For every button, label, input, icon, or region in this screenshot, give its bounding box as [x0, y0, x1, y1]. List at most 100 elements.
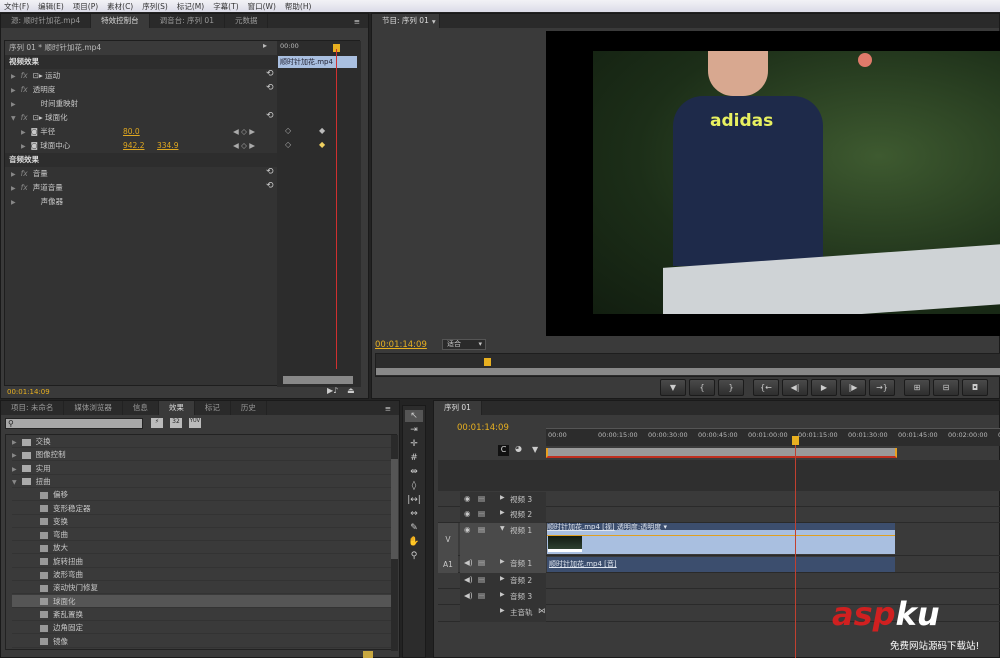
accelerated-filter-icon[interactable]: ⚡	[151, 418, 163, 428]
slip-tool-icon[interactable]: |↔|	[405, 494, 423, 506]
collapsed-arrow-icon[interactable]: ▶	[12, 452, 17, 459]
fx-icon[interactable]: fx	[21, 169, 28, 178]
speaker-icon[interactable]: ◀)	[464, 558, 473, 567]
effect-item[interactable]: 滚动快门修复	[12, 581, 396, 595]
rolling-edit-tool-icon[interactable]: #	[405, 452, 423, 464]
master-icon[interactable]: ⋈	[538, 606, 546, 615]
effect-controls-timecode[interactable]: 00:01:14:09	[7, 388, 50, 396]
menu-marker[interactable]: 标记(M)	[177, 1, 204, 12]
mark-in-button[interactable]: {	[689, 379, 715, 396]
reset-icon[interactable]: ⟲	[266, 167, 274, 177]
keyframe-icon[interactable]: ◇	[285, 126, 291, 135]
linked-selection-icon[interactable]: ◕	[515, 444, 522, 453]
zoom-select[interactable]: 适合 ▾	[442, 339, 486, 350]
reset-icon[interactable]: ⟲	[266, 83, 274, 93]
fx-icon[interactable]: fx	[21, 85, 28, 94]
video-viewport[interactable]: adidas	[546, 31, 1000, 336]
keyframe-icon[interactable]: ◇	[285, 140, 291, 149]
effect-item[interactable]: 紊乱置换	[12, 608, 396, 621]
keyframe-selected-icon[interactable]: ◆	[319, 140, 325, 149]
radius-value[interactable]: 80.0	[123, 125, 140, 139]
effect-panner[interactable]: ▶ 声像器	[5, 195, 63, 209]
tab-effects[interactable]: 效果	[158, 401, 195, 415]
eye-icon[interactable]: ◉	[464, 494, 471, 503]
menu-sequence[interactable]: 序列(S)	[142, 1, 168, 12]
tab-source[interactable]: 源: 顺时针加花.mp4	[1, 14, 92, 28]
effect-item[interactable]: 波形弯曲	[12, 568, 396, 581]
effect-item[interactable]: 边角固定	[12, 621, 396, 635]
menu-window[interactable]: 窗口(W)	[248, 1, 276, 12]
speaker-icon[interactable]: ◀)	[464, 591, 473, 600]
tab-audio-mixer[interactable]: 调音台: 序列 01	[150, 14, 225, 28]
effect-channel-volume[interactable]: ▶ fx 声道音量	[5, 181, 63, 195]
add-marker-icon[interactable]: ▼	[532, 445, 538, 454]
video-clip[interactable]: 顺时针加花.mp4 [视] 透明度:透明度 ▾	[547, 523, 895, 554]
step-forward-button[interactable]: |▶	[840, 379, 866, 396]
fx-icon[interactable]: fx	[21, 71, 28, 80]
effects-scrollbar[interactable]	[391, 435, 398, 651]
effects-folder[interactable]: ▶ 图像控制	[12, 448, 396, 462]
effects-search-input[interactable]: ⚲	[5, 418, 143, 429]
stopwatch-icon[interactable]: ◙	[31, 141, 41, 150]
menu-file[interactable]: 文件(F)	[4, 1, 29, 12]
effect-item[interactable]: 旋转扭曲	[12, 555, 396, 568]
work-area-bar[interactable]	[546, 448, 897, 458]
reset-icon[interactable]: ⟲	[266, 69, 274, 79]
expand-track-icon[interactable]: ▶	[500, 509, 505, 516]
zoom-scrollbar[interactable]	[376, 368, 1000, 375]
collapsed-arrow-icon[interactable]: ▶	[12, 466, 17, 473]
extract-button[interactable]: ⊟	[933, 379, 959, 396]
eye-icon[interactable]: ◉	[464, 509, 471, 518]
program-timecode[interactable]: 00:01:14:09	[375, 340, 427, 350]
menu-title[interactable]: 字幕(T)	[213, 1, 238, 12]
export-icon[interactable]: ⏏	[347, 386, 355, 395]
menu-project[interactable]: 项目(P)	[73, 1, 98, 12]
sync-lock-icon[interactable]: ▤	[478, 509, 485, 518]
fx-icon[interactable]: fx	[21, 113, 28, 122]
razor-tool-icon[interactable]: ◊	[405, 480, 423, 492]
32bit-filter-icon[interactable]: 32	[170, 418, 182, 428]
opacity-rubberband[interactable]	[547, 535, 895, 536]
keyframe-icon[interactable]: ◆	[319, 126, 325, 135]
effect-item[interactable]: 变换	[12, 515, 396, 528]
tab-metadata[interactable]: 元数据	[225, 14, 269, 28]
expanded-arrow-icon[interactable]: ▼	[12, 479, 17, 486]
keyframe-nav-icon[interactable]: ◀ ◇ ▶	[233, 139, 255, 153]
add-marker-button[interactable]: ▼	[660, 379, 686, 396]
effect-motion[interactable]: ▶ fx ⊡▸ 运动	[5, 69, 60, 83]
sync-lock-icon[interactable]: ▤	[478, 525, 485, 534]
expand-track-icon[interactable]: ▶	[500, 494, 505, 501]
selection-tool-icon[interactable]: ↖	[405, 410, 423, 422]
expand-track-icon[interactable]: ▼	[500, 525, 505, 532]
keyframe-nav-icon[interactable]: ◀ ◇ ▶	[233, 125, 255, 139]
panel-menu-icon[interactable]: ≡	[354, 17, 368, 26]
mini-timeline[interactable]: 00:00 顺时针加花.mp4 ◇ ◆ ◇ ◆	[277, 41, 361, 387]
effect-item[interactable]: 弯曲	[12, 528, 396, 542]
menu-clip[interactable]: 素材(C)	[107, 1, 133, 12]
collapsed-arrow-icon[interactable]: ▶	[12, 439, 17, 446]
timeline-timecode[interactable]: 00:01:14:09	[457, 423, 509, 433]
reset-icon[interactable]: ⟲	[266, 111, 274, 121]
mini-clip[interactable]: 顺时针加花.mp4	[278, 56, 357, 68]
lift-button[interactable]: ⊞	[904, 379, 930, 396]
speaker-icon[interactable]: ◀)	[464, 575, 473, 584]
expand-track-icon[interactable]: ▶	[500, 591, 505, 598]
sync-lock-icon[interactable]: ▤	[478, 494, 485, 503]
expand-track-icon[interactable]: ▶	[500, 607, 505, 614]
track-select-tool-icon[interactable]: ⇥	[405, 424, 423, 436]
yuv-filter-icon[interactable]: YUV	[189, 418, 201, 428]
tab-program[interactable]: 节目: 序列 01	[372, 14, 440, 28]
play-button[interactable]: ▶	[811, 379, 837, 396]
slide-tool-icon[interactable]: ⇔	[405, 508, 423, 520]
hand-tool-icon[interactable]: ✋	[405, 536, 423, 548]
effect-time-remap[interactable]: ▶ 时间重映射	[5, 97, 78, 111]
panel-menu-icon[interactable]: ≡	[385, 404, 399, 413]
mini-timeline-scrollbar[interactable]	[283, 376, 353, 384]
tab-project[interactable]: 项目: 未命名	[1, 401, 65, 415]
pen-tool-icon[interactable]: ✎	[405, 522, 423, 534]
effect-item[interactable]: 放大	[12, 541, 396, 555]
tab-history[interactable]: 历史	[231, 401, 267, 415]
rate-stretch-tool-icon[interactable]: ⇹	[405, 466, 423, 478]
expand-track-icon[interactable]: ▶	[500, 575, 505, 582]
center-x-value[interactable]: 942.2	[123, 139, 144, 153]
